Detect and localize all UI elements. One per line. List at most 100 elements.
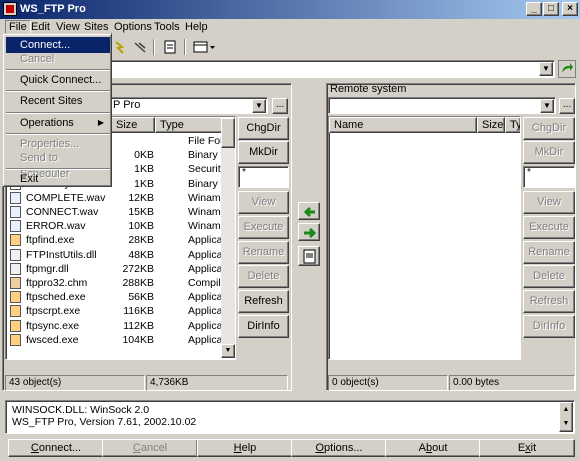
table-row[interactable]: FTPInstUtils.dll 48KB Applicat (6, 248, 225, 262)
menu-file[interactable]: File (5, 20, 31, 34)
remote-filter-field[interactable]: * (523, 166, 575, 188)
file-size: 12KB (128, 191, 154, 204)
title-bar[interactable]: WS_FTP Pro _ □ × (0, 0, 580, 19)
scroll-down-icon[interactable]: ▼ (221, 344, 235, 358)
local-scroll-thumb[interactable] (221, 118, 235, 148)
file-icon (10, 277, 21, 289)
file-size: 15KB (128, 206, 154, 218)
table-row[interactable]: ftpmgr.dll 272KB Applicat (6, 262, 225, 276)
menu-options[interactable]: Options (111, 21, 155, 33)
remote-path-combo[interactable]: ▼ (328, 97, 556, 114)
local-filter-field[interactable]: * (238, 166, 289, 188)
remote-chgdir-button[interactable]: ChgDir (523, 117, 575, 140)
file-name: ftpfind.exe (26, 234, 75, 247)
local-path-value: P Pro (113, 99, 141, 111)
local-browse-button[interactable]: ... (272, 98, 288, 114)
menu-view[interactable]: View (53, 21, 83, 33)
help-button[interactable]: Help (197, 439, 293, 457)
local-refresh-button[interactable]: Refresh (238, 290, 289, 313)
table-row[interactable]: CONNECT.wav 15KB Winamp (6, 205, 226, 219)
remote-browse-button[interactable]: ... (559, 98, 575, 114)
menu-separator (6, 90, 110, 92)
menu-help[interactable]: Help (182, 21, 211, 33)
local-col-size[interactable]: Size (111, 117, 155, 133)
remote-file-list[interactable]: Name Size Ty (328, 116, 521, 360)
file-name: CONNECT.wav (26, 206, 99, 218)
file-name: ERROR.wav (26, 220, 86, 233)
table-row[interactable]: COMPLETE.wav 12KB Winamp (6, 191, 226, 205)
table-row[interactable]: ftpfind.exe 28KB Applicat (6, 233, 225, 247)
file-menu-dropdown: Connect... Cancel Quick Connect... Recen… (2, 33, 112, 187)
remote-view-button[interactable]: View (523, 191, 575, 214)
local-execute-button[interactable]: Execute (238, 216, 289, 239)
file-name: fwsced.exe (26, 333, 79, 346)
local-path-combo[interactable]: P Pro ▼ (110, 97, 268, 114)
menu-item-operations[interactable]: Operations ▶ (6, 115, 110, 131)
local-rename-button[interactable]: Rename (238, 241, 289, 264)
go-icon[interactable] (558, 60, 576, 78)
maximize-button[interactable]: □ (543, 2, 559, 16)
menu-separator (6, 133, 110, 135)
cancel-button[interactable]: Cancel (102, 439, 198, 457)
compare-icon[interactable] (298, 246, 320, 266)
table-row[interactable]: ftpsync.exe 112KB Applicat (6, 319, 225, 333)
connect-icon[interactable] (110, 38, 130, 56)
local-dirinfo-button[interactable]: DirInfo (238, 315, 289, 338)
menu-item-cancel[interactable]: Cancel (6, 51, 110, 67)
chevron-down-icon[interactable]: ▼ (540, 99, 554, 113)
remote-refresh-button[interactable]: Refresh (523, 290, 575, 313)
local-view-button[interactable]: View (238, 191, 289, 214)
menu-item-send-to-scheduler[interactable]: Send to Scheduler (6, 150, 110, 180)
menu-separator (6, 112, 110, 114)
file-icon (10, 191, 21, 204)
remote-mkdir-button[interactable]: MkDir (523, 141, 575, 164)
log-panel[interactable]: WINSOCK.DLL: WinSock 2.0 WS_FTP Pro, Ver… (5, 400, 575, 434)
remote-col-type[interactable]: Ty (505, 117, 520, 133)
chevron-down-icon[interactable]: ▼ (252, 99, 266, 113)
close-button[interactable]: × (562, 2, 578, 16)
minimize-button[interactable]: _ (526, 2, 542, 16)
remote-col-name[interactable]: Name (329, 117, 477, 133)
menu-edit[interactable]: Edit (28, 21, 53, 33)
local-delete-button[interactable]: Delete (238, 265, 289, 288)
local-chgdir-button[interactable]: ChgDir (238, 117, 289, 140)
local-scrollbar[interactable] (221, 118, 235, 358)
connect-button[interactable]: Connect... (8, 439, 104, 457)
menu-item-exit[interactable]: Exit (6, 171, 110, 187)
menu-tools[interactable]: Tools (151, 21, 183, 33)
file-name: ftpscrpt.exe (26, 305, 81, 318)
file-icon (10, 333, 21, 346)
table-row[interactable]: ftpsched.exe 56KB Applicat (6, 290, 225, 304)
download-arrow-icon[interactable] (298, 202, 320, 220)
options-button[interactable]: Options... (291, 439, 387, 457)
exit-button[interactable]: Exit (479, 439, 575, 457)
remote-rename-button[interactable]: Rename (523, 241, 575, 264)
disconnect-icon[interactable] (130, 38, 150, 56)
table-row[interactable]: fwsced.exe 104KB Applicat (6, 333, 225, 347)
remote-dirinfo-button[interactable]: DirInfo (523, 315, 575, 338)
file-size: 104KB (122, 333, 154, 346)
submenu-arrow-icon: ▶ (97, 118, 104, 127)
file-size: 288KB (122, 277, 154, 289)
file-size: 28KB (128, 234, 154, 247)
properties-icon[interactable] (160, 38, 180, 56)
table-row[interactable]: ftpscrpt.exe 116KB Applicat (6, 304, 225, 318)
local-status-count: 43 object(s) (5, 375, 145, 391)
file-icon (10, 206, 21, 218)
remote-col-size[interactable]: Size (477, 117, 505, 133)
chevron-down-icon[interactable]: ▼ (539, 62, 553, 76)
table-row[interactable]: ERROR.wav 10KB Winamp (6, 219, 226, 233)
menu-sites[interactable]: Sites (81, 21, 111, 33)
table-row[interactable]: ftppro32.chm 288KB Compile (6, 276, 226, 290)
upload-arrow-icon[interactable] (298, 223, 320, 241)
view-mode-icon[interactable] (191, 38, 217, 56)
menu-item-recent-sites[interactable]: Recent Sites (6, 93, 110, 109)
remote-execute-button[interactable]: Execute (523, 216, 575, 239)
local-mkdir-button[interactable]: MkDir (238, 141, 289, 164)
menu-item-quick-connect[interactable]: Quick Connect... (6, 72, 110, 88)
about-button[interactable]: About (385, 439, 481, 457)
remote-delete-button[interactable]: Delete (523, 265, 575, 288)
menu-separator (6, 69, 110, 71)
log-scrollbar[interactable]: ▲ ▼ (559, 402, 573, 432)
remote-status-count: 0 object(s) (328, 375, 448, 391)
